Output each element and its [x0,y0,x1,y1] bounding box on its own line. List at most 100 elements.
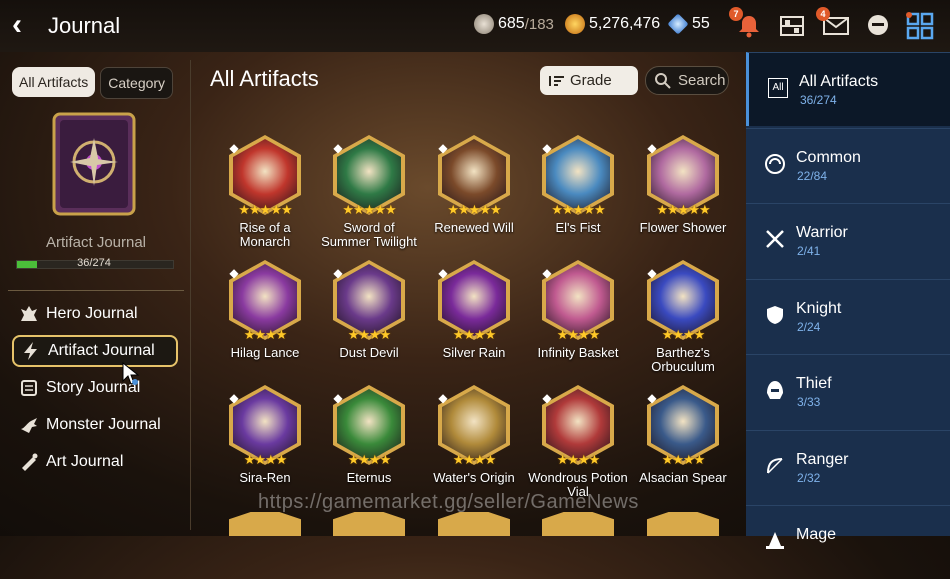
artifact-stars: ★★★★★ [342,202,396,217]
soul-weaver-class-icon: ◆ [333,391,343,405]
nav-artifact-journal[interactable]: Artifact Journal [12,335,178,367]
category-count: 3/33 [797,395,821,409]
thief-class-icon: ◆ [438,266,448,280]
warrior-class-icon: ◆ [542,141,552,155]
nav-story-journal[interactable]: Story Journal [12,372,178,404]
crystal-icon [667,13,689,35]
nav-label: Artifact Journal [48,342,155,359]
back-chevron-icon[interactable]: ‹ [12,10,22,40]
category-all-artifacts[interactable]: All All Artifacts 36/274 [746,52,950,126]
journal-progress-text: 36/274 [77,257,111,269]
lightning-icon [21,341,41,361]
artifact-stars: ★★★★ [452,452,497,467]
palette-icon [19,452,39,472]
chat-button[interactable] [864,12,892,40]
chat-icon [868,15,888,35]
artifact-name: Renewed Will [434,220,514,235]
grade-sort-button[interactable]: Grade [540,66,638,95]
artifact-name: Water's Origin [433,470,515,485]
category-knight[interactable]: Knight 2/24 [746,278,950,353]
category-common[interactable]: Common 22/84 [746,127,950,202]
dragon-icon [19,415,39,435]
ranger-class-icon: ◆ [438,141,448,155]
tab-all-artifacts[interactable]: All Artifacts [12,67,96,97]
notification-bell-button[interactable]: 7 [729,7,763,40]
book-label: Artifact Journal [45,234,147,251]
artifact-name: Rise of a Monarch [239,220,291,249]
warrior-swords-icon [764,228,786,250]
artifact-frame [229,512,301,536]
knight-class-icon: ◆ [647,391,657,405]
nav-hero-journal[interactable]: Hero Journal [12,298,178,330]
search-label: Search [678,72,726,89]
mage-class-icon: ◆ [229,391,239,405]
notification-badge: 7 [729,7,743,21]
sort-icon [549,75,564,86]
nav-label: Hero Journal [46,305,138,322]
category-label: Warrior [796,224,848,241]
nav-art-journal[interactable]: Art Journal [12,446,178,478]
journal-tabs: All Artifacts Category [12,67,174,99]
top-bar: ‹ Journal 685 /183 5,276,476 55 7 4 [0,0,950,52]
artifact-stars: ★★★★ [661,452,706,467]
artifact-name: Hilag Lance [230,345,300,360]
search-button[interactable]: Search [645,66,729,95]
category-warrior[interactable]: Warrior 2/41 [746,203,950,277]
nav-label: Art Journal [46,453,124,470]
gold-resource[interactable]: 5,276,476 [565,14,660,34]
grade-label: Grade [570,72,612,89]
inventory-button[interactable] [778,12,806,40]
stamina-resource[interactable]: 685 /183 [474,14,554,34]
category-thief[interactable]: Thief 3/33 [746,354,950,428]
artifact-stars: ★★★★★ [656,202,710,217]
menu-grid-button[interactable] [906,12,934,40]
knight-class-icon: ◆ [229,266,239,280]
crystal-resource[interactable]: 55 [667,13,710,35]
artifact-name: Eternus [346,470,392,485]
hero-journal-icon [19,304,39,324]
category-panel: All All Artifacts 36/274 Common 22/84 Warrior… [746,52,950,549]
thief-class-icon: ◆ [333,141,343,155]
mouse-cursor-icon [122,362,140,385]
artifact-name: Infinity Basket [537,345,619,360]
common-swirl-icon [764,153,786,175]
category-label: Ranger [796,450,849,468]
artifact-name: Dust Devil [339,345,399,360]
inventory-rack-icon [780,16,804,36]
mail-button[interactable]: 4 [816,7,850,40]
category-count: 22/84 [797,168,828,183]
artifact-stars: ★★★★★ [551,202,605,217]
thief-class-icon: ◆ [333,266,343,280]
artifact-name: El's Fist [555,220,601,235]
category-mage[interactable]: Mage [746,505,950,579]
artifact-name: Silver Rain [442,345,506,360]
journal-nav: Hero Journal Artifact Journal Story Jour… [12,298,178,483]
artifact-name: Flower Shower [639,220,727,235]
left-divider [8,290,184,291]
category-ranger[interactable]: Ranger 2/32 [746,429,950,504]
artifact-stars: ★★★★ [347,452,392,467]
all-icon: All [767,77,789,99]
nav-monster-journal[interactable]: Monster Journal [12,409,178,441]
artifact-stars: ★★★★ [661,327,706,342]
page-title: Journal [48,13,121,38]
tab-category[interactable]: Category [100,67,174,99]
artifact-frame [333,512,405,536]
artifact-stars: ★★★★★ [238,202,292,217]
mail-badge: 4 [816,7,830,21]
gold-coin-icon [565,14,585,34]
category-count: 2/41 [797,244,821,258]
knight-shield-icon [764,304,786,326]
gold-value: 5,276,476 [589,15,661,32]
category-label: Mage [796,526,837,543]
section-title: All Artifacts [210,66,319,91]
nav-label: Monster Journal [46,416,161,433]
crystal-value: 55 [692,15,710,32]
soul-weaver-class-icon: ◆ [438,391,448,405]
artifact-stars: ★★★★ [347,327,392,342]
mage-class-icon: ◆ [647,266,657,280]
panel-separator [190,60,191,530]
watermark-text: https://gamemarket.gg/seller/GameNews [258,491,639,513]
menu-grid-icon [906,12,934,40]
artifact-stars: ★★★★ [556,452,601,467]
